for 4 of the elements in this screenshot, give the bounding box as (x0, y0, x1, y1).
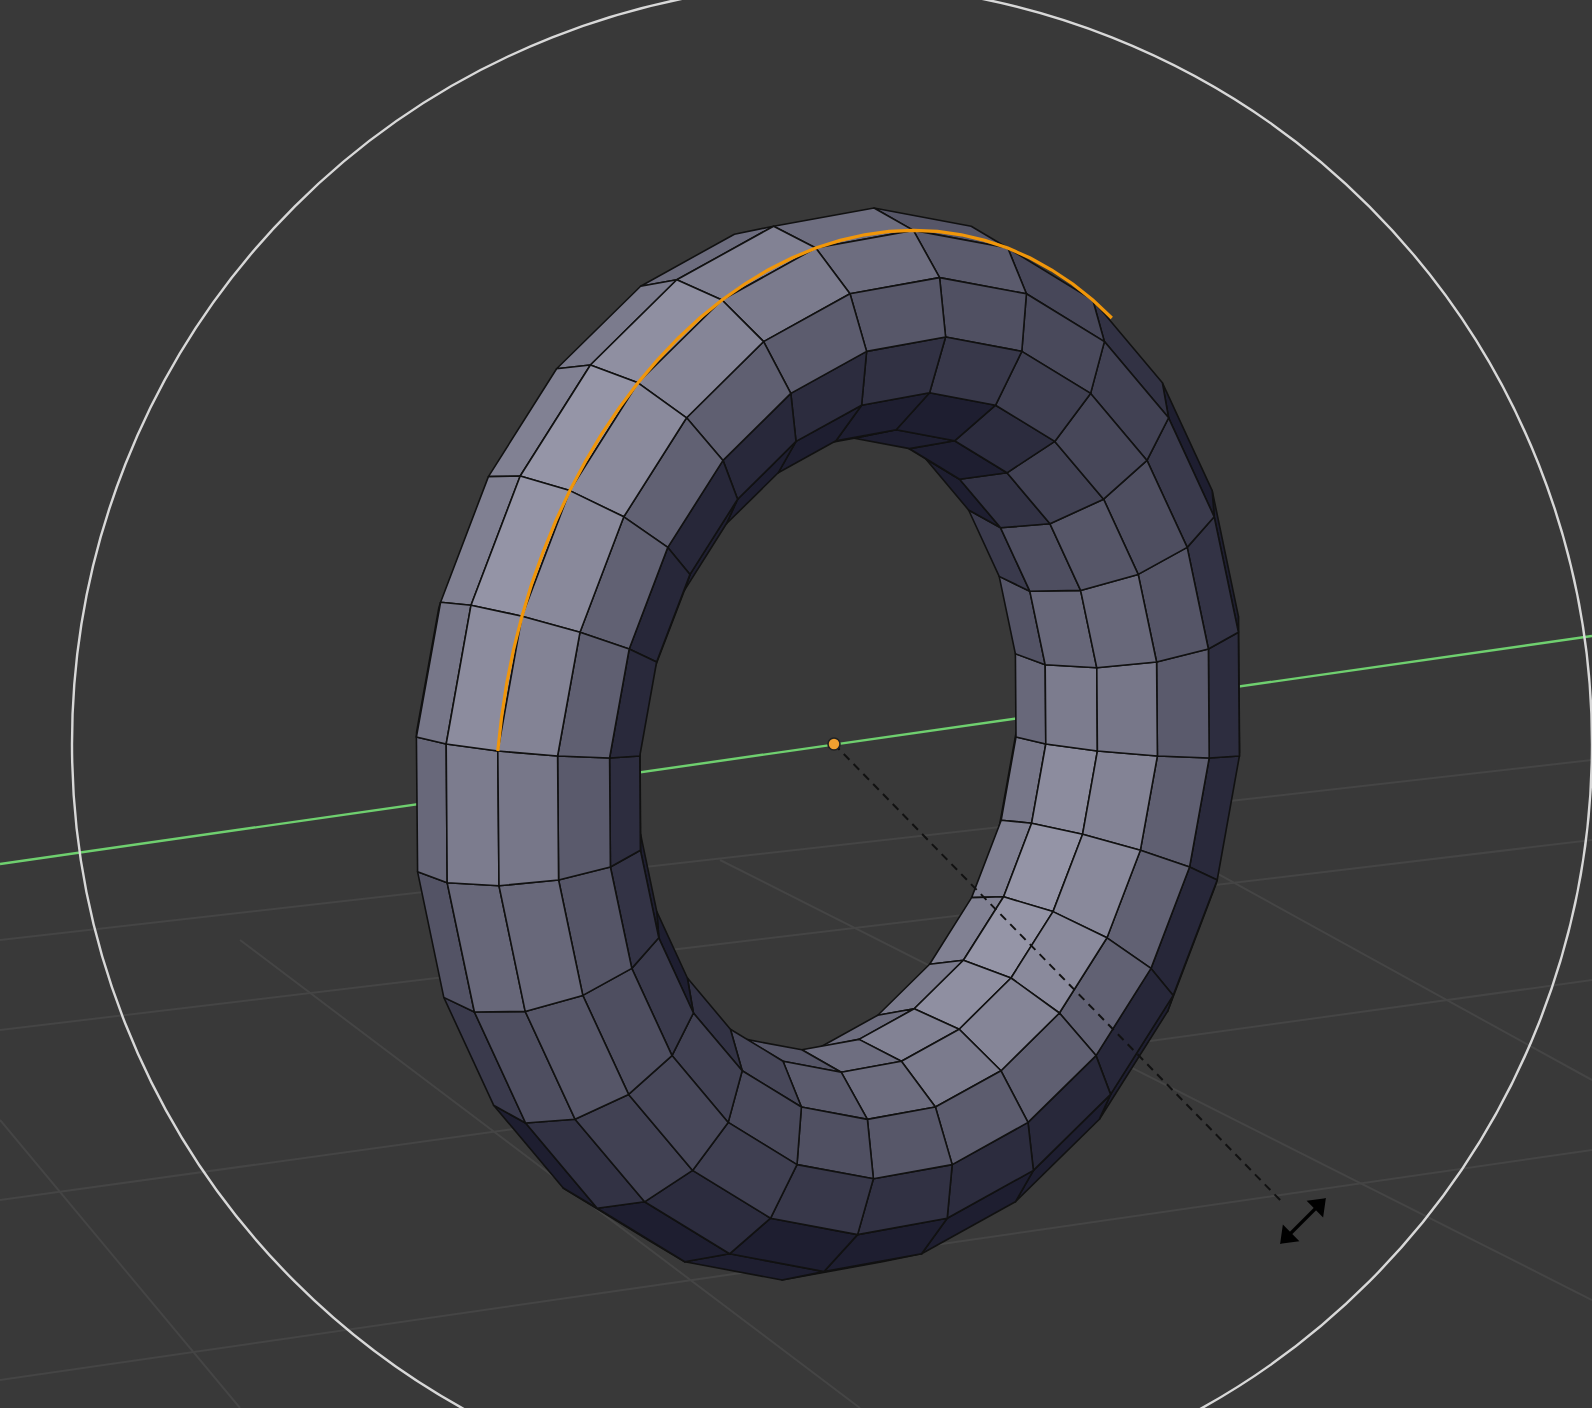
double-arrow-cursor-icon (1280, 1198, 1326, 1244)
torus-mesh-drawing[interactable] (415, 207, 1241, 1281)
object-origin-dot[interactable] (827, 737, 841, 751)
selected-edge-loop[interactable] (496, 228, 1113, 752)
